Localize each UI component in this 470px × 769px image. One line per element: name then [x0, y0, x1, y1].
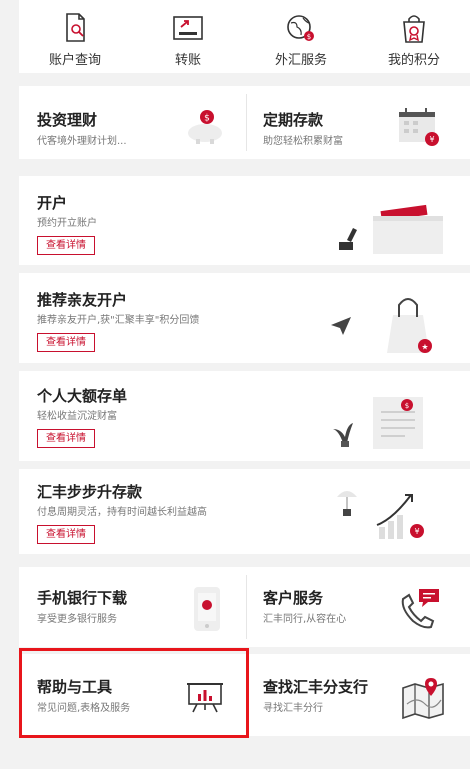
map-location-icon: [402, 678, 444, 720]
quick-nav-label: 我的积分: [387, 53, 440, 68]
svg-text:$: $: [405, 402, 409, 410]
help-tools-card[interactable]: 帮助与工具 常见问题,表格及服务: [19, 654, 246, 736]
wallet-pen-icon: [339, 204, 443, 254]
branch-finder-subtitle: 寻找汇丰分行: [263, 703, 323, 714]
svg-text:¥: ¥: [429, 135, 434, 144]
svg-text:$: $: [204, 114, 210, 124]
referral-title: 推荐亲友开户: [37, 291, 128, 309]
quick-nav-fx-service[interactable]: $ 外汇服务: [245, 0, 357, 73]
large-deposit-subtitle: 轻松收益沉淀财富: [37, 411, 117, 422]
mobile-app-title: 手机银行下载: [37, 589, 128, 607]
fx-globe-icon: $: [287, 15, 314, 41]
quick-nav-points[interactable]: 我的积分: [358, 0, 470, 73]
quick-nav-bar: 账户查询 转账 $ 外汇服务 我的积分: [19, 0, 470, 73]
svg-text:¥: ¥: [414, 527, 419, 536]
open-account-title: 开户: [37, 194, 68, 212]
svg-text:$: $: [307, 33, 311, 41]
open-account-card[interactable]: 开户 预约开立账户 查看详情: [19, 176, 470, 265]
step-up-title: 汇丰步步升存款: [37, 483, 143, 501]
mobile-app-card[interactable]: 手机银行下载 享受更多银行服务: [19, 567, 246, 647]
invest-title: 投资理财: [37, 111, 98, 129]
invest-subtitle: 代客境外理财计划...: [37, 136, 127, 147]
piggy-bank-icon: $: [188, 110, 222, 144]
quick-nav-label: 账户查询: [48, 53, 101, 68]
calendar-icon: ¥: [399, 108, 439, 146]
quick-nav-label: 外汇服务: [274, 53, 327, 68]
quick-nav-account-inquiry[interactable]: 账户查询: [19, 0, 131, 73]
large-deposit-details-button[interactable]: 查看详情: [37, 429, 95, 448]
help-tools-subtitle: 常见问题,表格及服务: [37, 703, 131, 714]
invest-card[interactable]: 投资理财 代客境外理财计划... $: [19, 86, 246, 159]
certificate-plant-icon: $: [333, 397, 423, 449]
paper-plane-bag-icon: ★: [331, 298, 432, 353]
transfer-icon: [173, 16, 203, 40]
branch-finder-card[interactable]: 查找汇丰分支行 寻找汇丰分行: [247, 654, 470, 736]
phone-chat-icon: [401, 589, 439, 629]
mobile-app-subtitle: 享受更多银行服务: [37, 614, 117, 625]
product-row-1: 投资理财 代客境外理财计划... $ 定期存款 助您轻松积累财富 ¥: [19, 86, 470, 159]
step-up-subtitle: 付息周期灵活，持有时间越长利益越高: [37, 507, 207, 518]
account-search-icon: [66, 13, 85, 42]
open-account-details-button[interactable]: 查看详情: [37, 236, 95, 255]
customer-service-card[interactable]: 客户服务 汇丰同行,从容在心: [247, 567, 470, 647]
svg-text:★: ★: [421, 343, 428, 352]
fixed-deposit-subtitle: 助您轻松积累财富: [263, 136, 343, 147]
large-deposit-title: 个人大额存单: [37, 387, 128, 405]
branch-finder-title: 查找汇丰分支行: [263, 678, 369, 696]
fixed-deposit-card[interactable]: 定期存款 助您轻松积累财富 ¥: [247, 86, 470, 159]
referral-card[interactable]: 推荐亲友开户 推荐亲友开户,获"汇聚丰享"积分回馈 查看详情 ★: [19, 273, 470, 363]
step-up-deposit-card[interactable]: 汇丰步步升存款 付息周期灵活，持有时间越长利益越高 查看详情 ¥: [19, 469, 470, 554]
service-row-1: 手机银行下载 享受更多银行服务 客户服务 汇丰同行,从容在心: [19, 567, 470, 647]
points-bag-icon: [403, 15, 425, 43]
fixed-deposit-title: 定期存款: [263, 111, 324, 129]
customer-service-subtitle: 汇丰同行,从容在心: [263, 614, 347, 625]
step-up-details-button[interactable]: 查看详情: [37, 525, 95, 544]
customer-service-title: 客户服务: [263, 589, 324, 607]
referral-subtitle: 推荐亲友开户,获"汇聚丰享"积分回馈: [37, 315, 200, 326]
service-row-2: 帮助与工具 常见问题,表格及服务 查找汇丰分支行 寻找汇丰分行: [19, 654, 470, 736]
quick-nav-transfer[interactable]: 转账: [132, 0, 244, 73]
referral-details-button[interactable]: 查看详情: [37, 333, 95, 352]
mobile-phone-icon: [194, 587, 220, 631]
help-tools-title: 帮助与工具: [37, 678, 113, 696]
growth-chart-icon: ¥: [337, 491, 424, 539]
quick-nav-label: 转账: [174, 53, 201, 68]
large-deposit-card[interactable]: 个人大额存单 轻松收益沉淀财富 查看详情 $: [19, 371, 470, 461]
presentation-board-icon: [187, 683, 223, 713]
open-account-subtitle: 预约开立账户: [37, 218, 97, 229]
